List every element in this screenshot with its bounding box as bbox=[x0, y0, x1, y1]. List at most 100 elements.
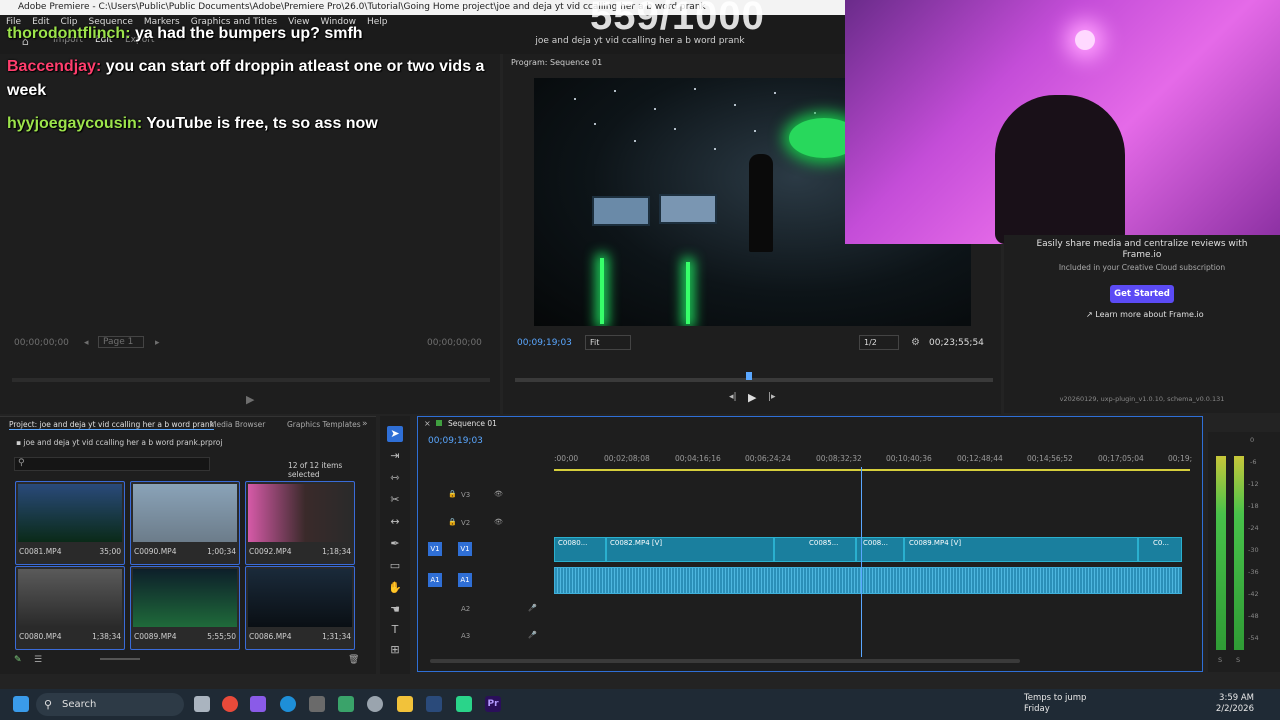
track-select-icon[interactable]: ⇥ bbox=[387, 448, 403, 464]
mic-icon[interactable]: 🎤 bbox=[528, 604, 537, 612]
source-scrubber[interactable] bbox=[12, 378, 490, 382]
close-icon[interactable]: × bbox=[424, 419, 431, 428]
playhead[interactable] bbox=[746, 372, 752, 380]
chat-line-3: hyyjoegaycousin: YouTube is free, ts so … bbox=[7, 112, 378, 136]
track-label[interactable]: V1 bbox=[458, 542, 472, 556]
zoom-slider[interactable] bbox=[100, 658, 140, 660]
ruler-tick: :00;00 bbox=[554, 454, 579, 463]
resolution-select[interactable]: 1/2 bbox=[859, 335, 899, 350]
timeline-clip[interactable]: C0089.MP4 [V] bbox=[904, 537, 1138, 562]
page-prev-icon[interactable]: ◂ bbox=[84, 338, 89, 348]
timeline-clip[interactable]: C0082.MP4 [V] bbox=[606, 537, 774, 562]
time-ruler[interactable]: :00;00 00;02;08;08 00;04;16;16 00;06;24;… bbox=[554, 449, 1192, 473]
step-back-icon[interactable]: ◂| bbox=[729, 392, 737, 402]
rectangle-icon[interactable]: ▭ bbox=[387, 558, 403, 574]
pencil-icon[interactable]: ✎ bbox=[14, 655, 22, 665]
wrench-icon[interactable]: ⚙ bbox=[911, 337, 920, 348]
timeline-timecode[interactable]: 00;09;19;03 bbox=[428, 436, 483, 446]
lock-icon[interactable]: 🔒 bbox=[448, 490, 457, 498]
program-play-icon[interactable]: ▶ bbox=[748, 391, 756, 404]
clip-thumbnail[interactable]: C0086.MP4 1;31;34 bbox=[245, 566, 355, 650]
clip-thumbnail[interactable]: C0092.MP4 1;18;34 bbox=[245, 481, 355, 565]
program-timecode[interactable]: 00;09;19;03 bbox=[517, 338, 572, 348]
selection-tool-icon[interactable]: ➤ bbox=[387, 426, 403, 442]
task-view-icon[interactable] bbox=[194, 696, 210, 712]
timeline-clip[interactable]: C0... bbox=[1138, 537, 1182, 562]
panel-overflow-icon[interactable]: » bbox=[362, 419, 368, 429]
clip-thumbnail[interactable]: C0090.MP4 1;00;34 bbox=[130, 481, 240, 565]
page-next-icon[interactable]: ▸ bbox=[155, 338, 160, 348]
project-file-name: joe and deja yt vid ccalling her a b wor… bbox=[23, 438, 223, 447]
type-tool-icon[interactable]: T bbox=[387, 622, 403, 638]
settings-icon[interactable] bbox=[367, 696, 383, 712]
system-clock[interactable]: 3:59 AM 2/2/2026 bbox=[1216, 693, 1254, 715]
solo-right[interactable]: S bbox=[1236, 656, 1240, 664]
meter-bar-left bbox=[1216, 456, 1226, 650]
timeline-clip[interactable]: C008... bbox=[856, 537, 904, 562]
track-label[interactable]: A1 bbox=[458, 573, 472, 587]
step-forward-icon[interactable]: |▸ bbox=[768, 392, 776, 402]
razor-icon[interactable]: ✂ bbox=[387, 492, 403, 508]
app-icon[interactable] bbox=[309, 696, 325, 712]
ceiling-light bbox=[1075, 30, 1095, 50]
tab-graphics-templates[interactable]: Graphics Templates bbox=[287, 420, 361, 429]
chat-message: YouTube is free, ts so ass now bbox=[146, 115, 378, 132]
timeline-clip[interactable]: C0085... bbox=[774, 537, 856, 562]
tab-media-browser[interactable]: Media Browser bbox=[210, 420, 265, 429]
ripple-edit-icon[interactable]: ⇿ bbox=[387, 470, 403, 486]
person-silhouette bbox=[749, 154, 773, 252]
eye-icon[interactable]: 👁 bbox=[494, 490, 503, 498]
mic-icon[interactable]: 🎤 bbox=[528, 631, 537, 639]
lock-icon[interactable]: 🔒 bbox=[448, 518, 457, 526]
tools-more-icon[interactable]: ⊞ bbox=[387, 642, 403, 658]
weather-widget[interactable]: Temps to jump Friday bbox=[1010, 693, 1086, 715]
clip-preview bbox=[248, 484, 352, 542]
tab-project[interactable]: Project: joe and deja yt vid ccalling he… bbox=[9, 420, 214, 430]
menu-help[interactable]: Help bbox=[367, 15, 388, 29]
trash-icon[interactable]: 🗑 bbox=[348, 655, 359, 665]
file-explorer-icon[interactable] bbox=[397, 696, 413, 712]
solo-left[interactable]: S bbox=[1218, 656, 1222, 664]
learn-more-link[interactable]: ↗ Learn more about Frame.io bbox=[1086, 310, 1204, 319]
project-search-input[interactable]: ⚲ bbox=[14, 457, 210, 471]
a1-source-patch[interactable]: A1 bbox=[428, 573, 442, 587]
source-play-icon[interactable]: ▶ bbox=[246, 393, 254, 406]
clip-name: C0080.MP4 bbox=[19, 632, 62, 641]
chat-user: thorodontflinch: bbox=[7, 25, 131, 42]
capcut-icon[interactable] bbox=[456, 696, 472, 712]
store-icon[interactable] bbox=[338, 696, 354, 712]
list-view-icon[interactable]: ☰ bbox=[34, 655, 42, 665]
steam-icon[interactable] bbox=[426, 696, 442, 712]
hand-icon[interactable]: ✋ bbox=[387, 580, 403, 596]
frame-io-panel: Easily share media and centralize review… bbox=[1004, 235, 1280, 413]
clip-thumbnail[interactable]: C0080.MP4 1;38;34 bbox=[15, 566, 125, 650]
chrome-icon[interactable] bbox=[222, 696, 238, 712]
taskbar-search[interactable]: ⚲ Search bbox=[36, 693, 184, 716]
hand-tool-icon[interactable]: ☚ bbox=[387, 602, 403, 618]
copilot-icon[interactable] bbox=[250, 696, 266, 712]
page-select[interactable]: Page 1 bbox=[98, 336, 144, 348]
taskbar: ⚲ Search Pr Temps to jump Friday 3:59 AM… bbox=[0, 689, 1280, 720]
get-started-button[interactable]: Get Started bbox=[1110, 285, 1174, 303]
v1-source-patch[interactable]: V1 bbox=[428, 542, 442, 556]
timeline-scrollbar[interactable] bbox=[430, 659, 1020, 663]
pen-icon[interactable]: ✒ bbox=[387, 536, 403, 552]
track-label: V2 bbox=[461, 519, 471, 527]
audio-clip[interactable] bbox=[554, 567, 1182, 594]
track-a3: A3 🎤 bbox=[418, 624, 1202, 650]
track-a2: A2 🎤 bbox=[418, 597, 1202, 623]
work-area-bar[interactable] bbox=[554, 469, 1190, 471]
clip-thumbnail[interactable]: C0089.MP4 5;55;50 bbox=[130, 566, 240, 650]
fit-select[interactable]: Fit bbox=[585, 335, 631, 350]
tab-sequence[interactable]: Sequence 01 bbox=[448, 419, 497, 428]
eye-icon[interactable]: 👁 bbox=[494, 518, 503, 526]
program-scrubber[interactable] bbox=[515, 372, 993, 382]
windows-start-icon[interactable] bbox=[13, 696, 29, 712]
clip-thumbnail[interactable]: C0081.MP4 35;00 bbox=[15, 481, 125, 565]
edge-icon[interactable] bbox=[280, 696, 296, 712]
clip-label: C0082.MP4 [V] bbox=[610, 539, 663, 547]
timeline-playhead[interactable] bbox=[861, 467, 862, 657]
slip-icon[interactable]: ↔ bbox=[387, 514, 403, 530]
timeline-clip[interactable]: C0080... bbox=[554, 537, 606, 562]
premiere-pro-icon[interactable]: Pr bbox=[485, 696, 501, 712]
